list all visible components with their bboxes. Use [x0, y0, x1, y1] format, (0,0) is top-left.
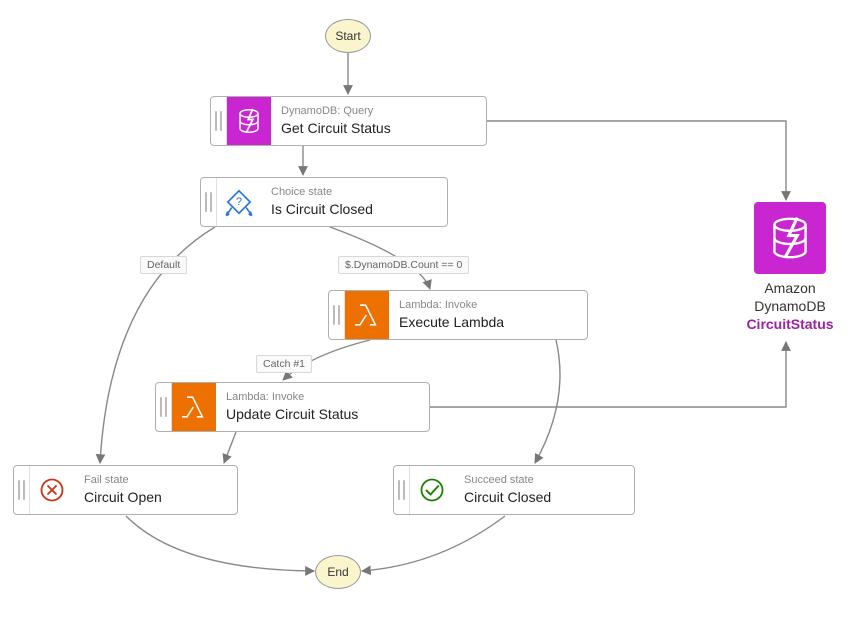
dynamodb-service-icon [754, 202, 826, 274]
edge-label-condition: $.DynamoDB.Count == 0 [338, 256, 469, 274]
node-circuit-closed[interactable]: Succeed state Circuit Closed [393, 465, 635, 515]
node-subtitle: DynamoDB: Query [281, 105, 472, 118]
node-subtitle: Choice state [271, 186, 433, 199]
drag-handle-icon[interactable] [14, 466, 30, 514]
edge-label-default: Default [140, 256, 187, 274]
end-label: End [327, 565, 348, 579]
node-title: Is Circuit Closed [271, 200, 433, 218]
edge-label-catch: Catch #1 [256, 355, 312, 373]
node-subtitle: Succeed state [464, 474, 620, 487]
drag-handle-icon[interactable] [211, 97, 227, 145]
start-label: Start [335, 29, 360, 43]
drag-handle-icon[interactable] [329, 291, 345, 339]
node-title: Get Circuit Status [281, 119, 472, 137]
svg-text:?: ? [236, 196, 242, 208]
start-terminal[interactable]: Start [325, 19, 371, 53]
resource-dynamodb[interactable]: Amazon DynamoDB CircuitStatus [742, 202, 838, 334]
resource-line3: CircuitStatus [742, 315, 838, 334]
resource-line1: Amazon [742, 280, 838, 298]
node-title: Circuit Open [84, 488, 223, 506]
node-execute-lambda[interactable]: Lambda: Invoke Execute Lambda [328, 290, 588, 340]
node-is-circuit-closed[interactable]: ? Choice state Is Circuit Closed [200, 177, 448, 227]
node-get-circuit-status[interactable]: DynamoDB: Query Get Circuit Status [210, 96, 487, 146]
succeed-icon [410, 466, 454, 514]
resource-line2: DynamoDB [742, 298, 838, 316]
node-update-circuit-status[interactable]: Lambda: Invoke Update Circuit Status [155, 382, 430, 432]
node-circuit-open[interactable]: Fail state Circuit Open [13, 465, 238, 515]
lambda-icon [172, 383, 216, 431]
node-subtitle: Fail state [84, 474, 223, 487]
drag-handle-icon[interactable] [394, 466, 410, 514]
node-subtitle: Lambda: Invoke [399, 299, 573, 312]
node-title: Update Circuit Status [226, 405, 415, 423]
drag-handle-icon[interactable] [201, 178, 217, 226]
node-title: Execute Lambda [399, 313, 573, 331]
node-subtitle: Lambda: Invoke [226, 391, 415, 404]
drag-handle-icon[interactable] [156, 383, 172, 431]
fail-icon [30, 466, 74, 514]
choice-icon: ? [217, 178, 261, 226]
dynamodb-icon [227, 97, 271, 145]
end-terminal[interactable]: End [315, 555, 361, 589]
node-title: Circuit Closed [464, 488, 620, 506]
lambda-icon [345, 291, 389, 339]
